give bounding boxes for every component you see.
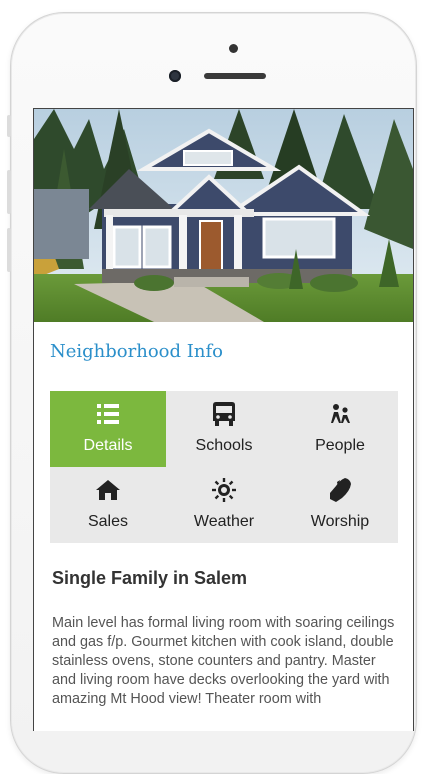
people-icon <box>327 401 353 427</box>
front-camera <box>169 70 181 82</box>
tab-label: Details <box>83 437 133 454</box>
house-photo <box>34 109 413 322</box>
praying-hands-icon <box>327 477 353 503</box>
mute-switch <box>7 115 11 137</box>
tab-label: Weather <box>193 513 255 530</box>
volume-down-button <box>7 228 11 272</box>
bus-icon <box>211 401 237 427</box>
section-title: Neighborhood Info <box>50 341 223 362</box>
tab-label: Sales <box>87 513 129 530</box>
info-tab-grid: Details Schools People Sales Weather Wor… <box>50 391 398 543</box>
listing-description: Main level has formal living room with s… <box>52 615 395 707</box>
proximity-sensor <box>229 44 238 53</box>
home-icon <box>95 477 121 503</box>
tab-label: People <box>315 437 365 454</box>
tab-label: Schools <box>195 437 253 454</box>
earpiece-speaker <box>204 73 266 79</box>
tab-sales[interactable]: Sales <box>50 467 166 543</box>
app-screen: Neighborhood Info Details Schools People… <box>33 108 414 731</box>
sun-icon <box>211 477 237 503</box>
tab-people[interactable]: People <box>282 391 398 467</box>
list-icon <box>95 401 121 427</box>
volume-up-button <box>7 170 11 214</box>
listing-title: Single Family in Salem <box>52 568 248 588</box>
tab-label: Worship <box>310 513 370 530</box>
tab-schools[interactable]: Schools <box>166 391 282 467</box>
tab-weather[interactable]: Weather <box>166 467 282 543</box>
tab-details[interactable]: Details <box>50 391 166 467</box>
tab-worship[interactable]: Worship <box>282 467 398 543</box>
